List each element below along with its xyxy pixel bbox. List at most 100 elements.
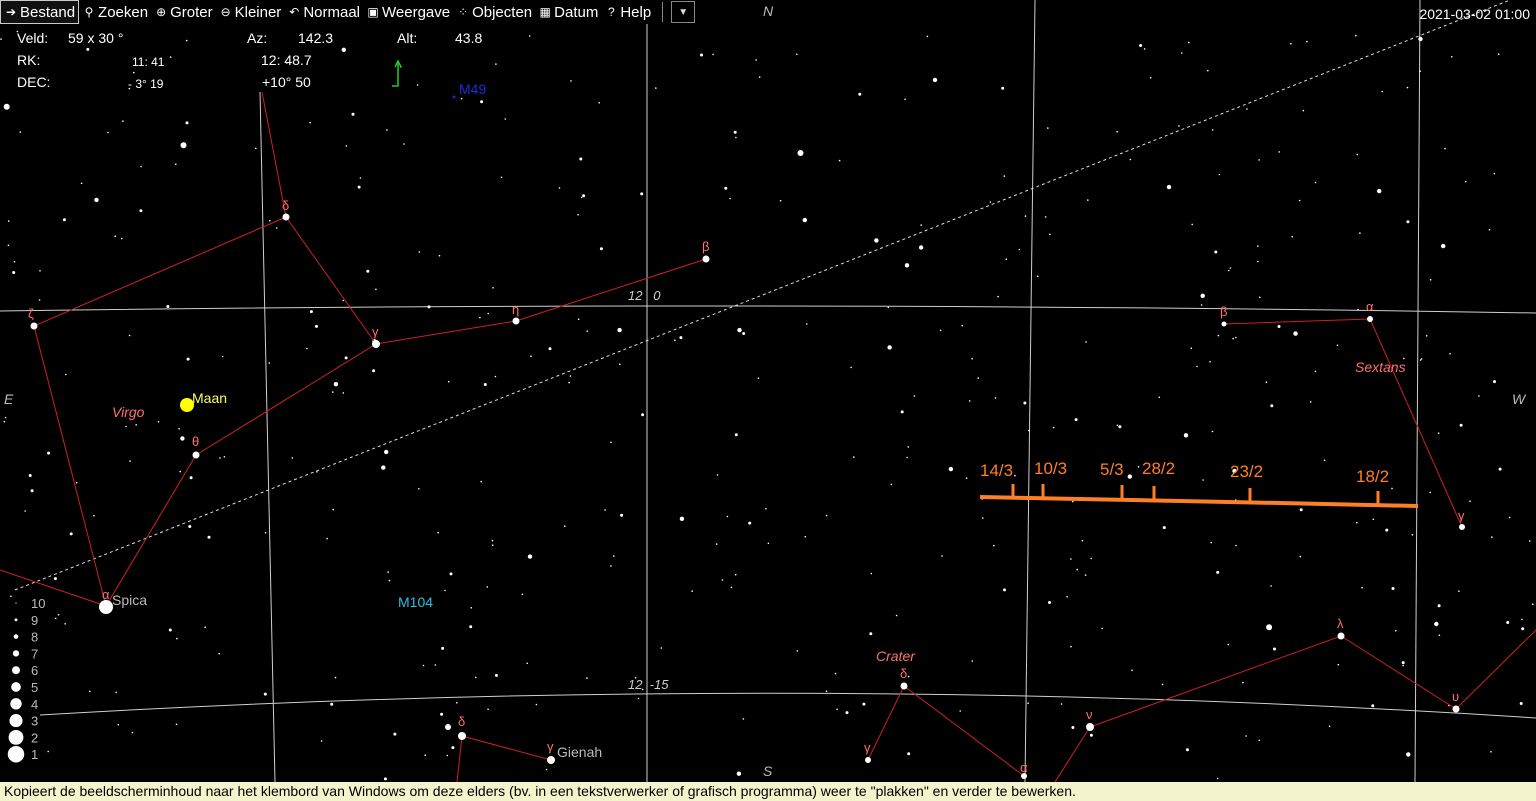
star [333, 382, 339, 387]
star [1024, 215, 1027, 217]
menu-kleiner[interactable]: ⊖ Kleiner [216, 1, 285, 23]
greek-label: ζ [28, 306, 34, 321]
star [309, 121, 311, 124]
star [1245, 735, 1247, 737]
star [1049, 233, 1051, 236]
alt-value: 43.8 [455, 30, 483, 46]
star [1060, 703, 1063, 705]
star [900, 410, 904, 414]
star [1278, 151, 1280, 153]
star [869, 632, 873, 636]
star [994, 397, 997, 399]
star [388, 579, 391, 582]
star [758, 76, 761, 78]
star [57, 614, 60, 616]
star [1425, 335, 1428, 337]
star [1074, 418, 1078, 422]
star [906, 456, 908, 459]
star [444, 589, 446, 592]
star [131, 731, 134, 734]
menu-bar: ➔ Bestand ⚲ Zoeken ⊕ Groter ⊖ Kleiner ↶ Norma… [0, 0, 696, 24]
star [838, 159, 841, 162]
star [918, 245, 924, 250]
menu-bestand[interactable]: ➔ Bestand [0, 0, 80, 24]
star [1357, 308, 1359, 311]
star [381, 465, 386, 470]
star [263, 692, 267, 696]
menu-label: Bestand [20, 3, 76, 21]
star [107, 131, 109, 134]
star [907, 446, 910, 448]
star [316, 471, 318, 473]
star [845, 711, 849, 715]
star [1459, 423, 1463, 427]
star [1188, 41, 1190, 44]
star [80, 182, 83, 185]
star [1207, 69, 1209, 72]
star [393, 732, 397, 736]
star [1258, 159, 1260, 161]
star [447, 380, 450, 383]
star [480, 480, 483, 483]
star [1214, 250, 1218, 254]
star [1437, 432, 1440, 435]
star [1005, 258, 1008, 261]
star [1508, 516, 1511, 519]
star [330, 702, 334, 706]
star [577, 318, 580, 321]
rk-value-right: 12: 48.7 [261, 52, 312, 68]
menu-weergave[interactable]: ▣ Weergave [363, 1, 453, 23]
star [65, 373, 67, 376]
magnitude-label: 5 [31, 680, 38, 695]
star [564, 525, 566, 527]
star [117, 723, 120, 726]
constellation-name-sextans: Sextans [1355, 359, 1406, 375]
star [342, 299, 345, 302]
star [579, 157, 583, 161]
menu-objecten[interactable]: ⁘ Objecten [453, 1, 535, 23]
star [268, 362, 271, 364]
menu-help[interactable]: ? Help [601, 1, 654, 23]
menu-normaal[interactable]: ↶ Normaal [284, 1, 363, 23]
star [804, 535, 807, 538]
star [1356, 521, 1358, 524]
star [188, 525, 192, 528]
star [1444, 147, 1446, 150]
star [1429, 491, 1431, 494]
star [1528, 540, 1531, 542]
star [1181, 52, 1183, 54]
star [619, 363, 621, 366]
star [291, 457, 294, 459]
menu-dropdown-button[interactable]: ▼ [671, 1, 696, 23]
star [757, 377, 760, 380]
star [189, 476, 193, 480]
star [437, 531, 439, 534]
gienah-label: Gienah [557, 744, 602, 760]
star [965, 477, 968, 479]
compass-south: S [763, 763, 773, 779]
star [691, 590, 693, 592]
star [120, 237, 123, 240]
star [366, 269, 370, 273]
menu-zoeken[interactable]: ⚲ Zoeken [79, 1, 151, 23]
star [486, 586, 489, 588]
star [306, 347, 308, 350]
alt-label: Alt: [397, 30, 418, 46]
star [874, 238, 879, 243]
star [345, 145, 348, 147]
sky-chart[interactable]: δ ζ γ η β θ α β α γ δ γ α ν λ υ δ γ Virg… [0, 0, 1536, 782]
star [982, 517, 984, 519]
star [1166, 184, 1172, 190]
menu-groter[interactable]: ⊕ Groter [151, 1, 216, 23]
star [1265, 381, 1268, 384]
star [221, 355, 224, 358]
greek-label: λ [1337, 616, 1344, 631]
menu-datum[interactable]: ▦ Datum [535, 1, 601, 23]
star [1001, 86, 1005, 90]
star [13, 260, 16, 263]
star [387, 571, 389, 573]
star [64, 623, 66, 625]
star [186, 357, 190, 361]
star [836, 708, 838, 711]
magnitude-label: 3 [31, 714, 38, 729]
